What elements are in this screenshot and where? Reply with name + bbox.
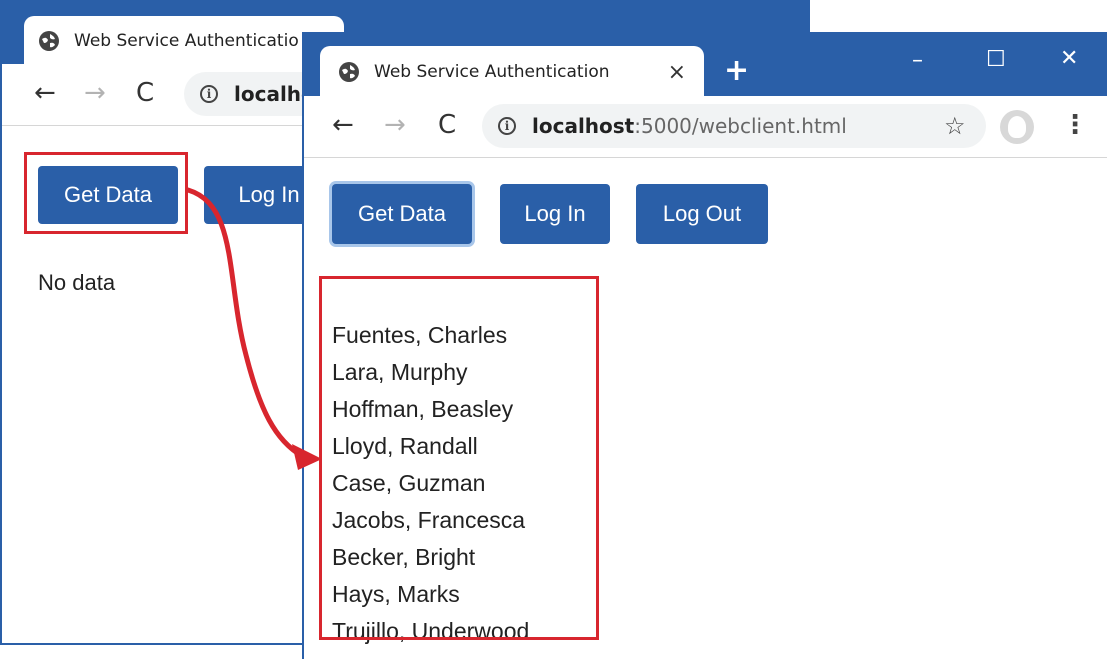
front-address-bar[interactable]: i localhost:5000/webclient.html [482,104,986,148]
reload-icon[interactable]: C [438,112,456,138]
log-out-button[interactable]: Log Out [636,184,768,244]
back-tab-title: Web Service Authenticatio [74,31,299,51]
maximize-icon[interactable]: ☐ [986,49,1006,71]
results-highlight-box [319,276,599,640]
profile-avatar-icon[interactable] [1000,110,1034,144]
get-data-button[interactable]: Get Data [332,184,472,244]
close-tab-icon[interactable]: × [668,60,686,85]
back-tab[interactable]: Web Service Authenticatio [24,16,344,66]
get-data-highlight-box [24,152,188,234]
front-tab-title: Web Service Authentication [374,62,610,82]
forward-arrow-icon[interactable]: → [384,112,406,138]
globe-icon [39,31,59,51]
front-toolbar: ← → C i localhost:5000/webclient.html ☆ … [304,96,1107,158]
back-arrow-icon[interactable]: ← [332,112,354,138]
minimize-icon[interactable]: – [912,50,923,72]
log-in-button[interactable]: Log In [500,184,610,244]
reload-icon[interactable]: C [136,80,154,106]
bookmark-star-icon[interactable]: ☆ [944,112,966,140]
back-arrow-icon[interactable]: ← [34,80,56,106]
close-window-icon[interactable]: ✕ [1060,48,1078,70]
forward-arrow-icon[interactable]: → [84,80,106,106]
no-data-message: No data [38,270,116,295]
front-tab[interactable]: Web Service Authentication × [320,46,704,98]
info-icon[interactable]: i [200,85,218,103]
front-url: localhost:5000/webclient.html [532,114,847,138]
more-menu-icon[interactable]: ⋮ [1062,112,1088,138]
new-tab-icon[interactable]: + [724,56,749,86]
info-icon[interactable]: i [498,117,516,135]
globe-icon [339,62,359,82]
